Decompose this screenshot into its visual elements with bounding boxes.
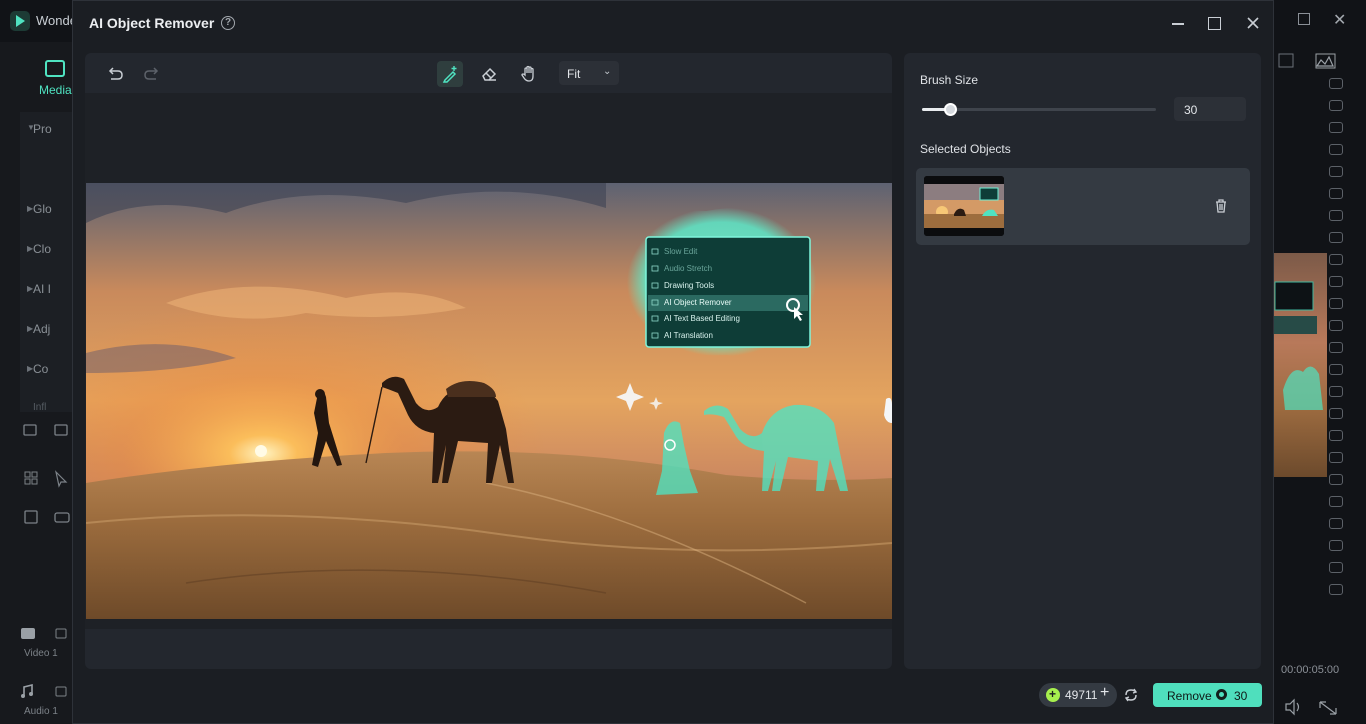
background-checkbox-column — [1329, 78, 1345, 606]
refresh-icon[interactable] — [1123, 687, 1139, 703]
maximize-button[interactable] — [1203, 12, 1225, 34]
background-view-icons — [1278, 53, 1336, 69]
help-icon[interactable]: ? — [221, 16, 235, 30]
smart-brush-button[interactable] — [437, 61, 463, 87]
editing-image[interactable]: Slow Edit Audio Stretch Drawing Tools AI… — [86, 183, 892, 619]
selected-objects-label: Selected Objects — [920, 142, 1011, 156]
smart-brush-icon — [442, 66, 457, 83]
tree-item[interactable]: Clo — [33, 242, 51, 256]
filmora-logo-icon — [10, 11, 30, 31]
eraser-icon — [482, 67, 497, 81]
add-credits-icon[interactable]: + — [1100, 684, 1109, 702]
overlay-menu-item: Slow Edit — [664, 247, 698, 256]
tree-item[interactable]: AI I — [33, 282, 51, 296]
settings-panel: Brush Size 30 Selected Objects — [904, 53, 1261, 669]
media-tab-label[interactable]: Media — [39, 83, 72, 97]
undo-icon — [108, 67, 123, 80]
close-button[interactable] — [1242, 12, 1264, 34]
brush-size-slider[interactable] — [922, 103, 1156, 116]
tree-item[interactable]: Adj — [33, 322, 50, 336]
hand-button[interactable] — [516, 61, 542, 87]
background-timecode: 00:00:05:00 — [1281, 664, 1340, 676]
overlay-menu-item: AI Translation — [664, 331, 713, 340]
remove-button-label: Remove — [1167, 689, 1212, 703]
minimize-button[interactable] — [1167, 12, 1189, 34]
remove-button[interactable]: Remove 30 — [1153, 683, 1262, 707]
tree-item[interactable]: Pro — [33, 122, 52, 136]
background-restore-icon[interactable] — [1298, 13, 1310, 25]
remove-credit-cost: 30 — [1234, 689, 1248, 703]
overlay-menu-item: Audio Stretch — [664, 264, 712, 273]
tree-item[interactable]: Glo — [33, 202, 52, 216]
close-icon — [1247, 17, 1259, 29]
tree-item[interactable]: Co — [33, 362, 48, 376]
zoom-value: Fit — [567, 67, 581, 81]
selected-object-item[interactable] — [916, 168, 1250, 245]
ai-object-remover-dialog: AI Object Remover ? Fit ⌄ Slow Edit Audi… — [72, 0, 1274, 724]
dialog-title: AI Object Remover — [89, 15, 215, 31]
selected-object-thumbnail — [924, 176, 1004, 236]
canvas-toolbar: Fit ⌄ — [85, 53, 892, 93]
chevron-down-icon: ⌄ — [603, 66, 612, 77]
hand-icon — [521, 65, 534, 82]
brush-size-input[interactable]: 30 — [1174, 97, 1246, 121]
background-volume-fullscreen-icons — [1285, 698, 1337, 716]
undo-button[interactable] — [101, 61, 127, 87]
brush-size-slider-handle[interactable] — [944, 103, 958, 116]
image-stage[interactable]: Slow Edit Audio Stretch Drawing Tools AI… — [85, 93, 892, 629]
audio-track-icons — [21, 684, 67, 698]
canvas-panel: Fit ⌄ Slow Edit Audio Stretch Drawing To… — [85, 53, 892, 669]
credit-coin-icon — [1046, 687, 1060, 702]
credits-count: 49711 — [1065, 688, 1098, 702]
zoom-select[interactable]: Fit ⌄ — [559, 61, 619, 85]
audio-track-label: Audio 1 — [24, 706, 58, 717]
trash-icon[interactable] — [1213, 198, 1229, 214]
video-track-icons — [21, 628, 67, 639]
eraser-button[interactable] — [476, 61, 502, 87]
credits-badge[interactable]: 49711 + — [1039, 683, 1117, 707]
tree-item[interactable]: Infl — [33, 402, 46, 413]
redo-icon — [144, 67, 159, 80]
redo-button[interactable] — [140, 61, 166, 87]
background-preview-mask — [1273, 281, 1323, 410]
video-track-label: Video 1 — [24, 648, 58, 659]
media-tab-icon[interactable] — [45, 60, 65, 77]
brush-size-label: Brush Size — [920, 73, 979, 87]
background-toolbar-icons — [23, 424, 70, 524]
overlay-menu-item: Drawing Tools — [664, 281, 714, 290]
thumbnail-image — [924, 176, 1004, 236]
background-app-title: Wondershare Filmora — [36, 13, 72, 28]
overlay-menu-item: AI Object Remover — [664, 298, 732, 307]
background-close-icon[interactable]: ✕ — [1333, 10, 1346, 30]
desert-photo: Slow Edit Audio Stretch Drawing Tools AI… — [86, 183, 892, 619]
overlay-menu-item: AI Text Based Editing — [664, 314, 740, 323]
credit-cost-icon — [1216, 689, 1227, 700]
